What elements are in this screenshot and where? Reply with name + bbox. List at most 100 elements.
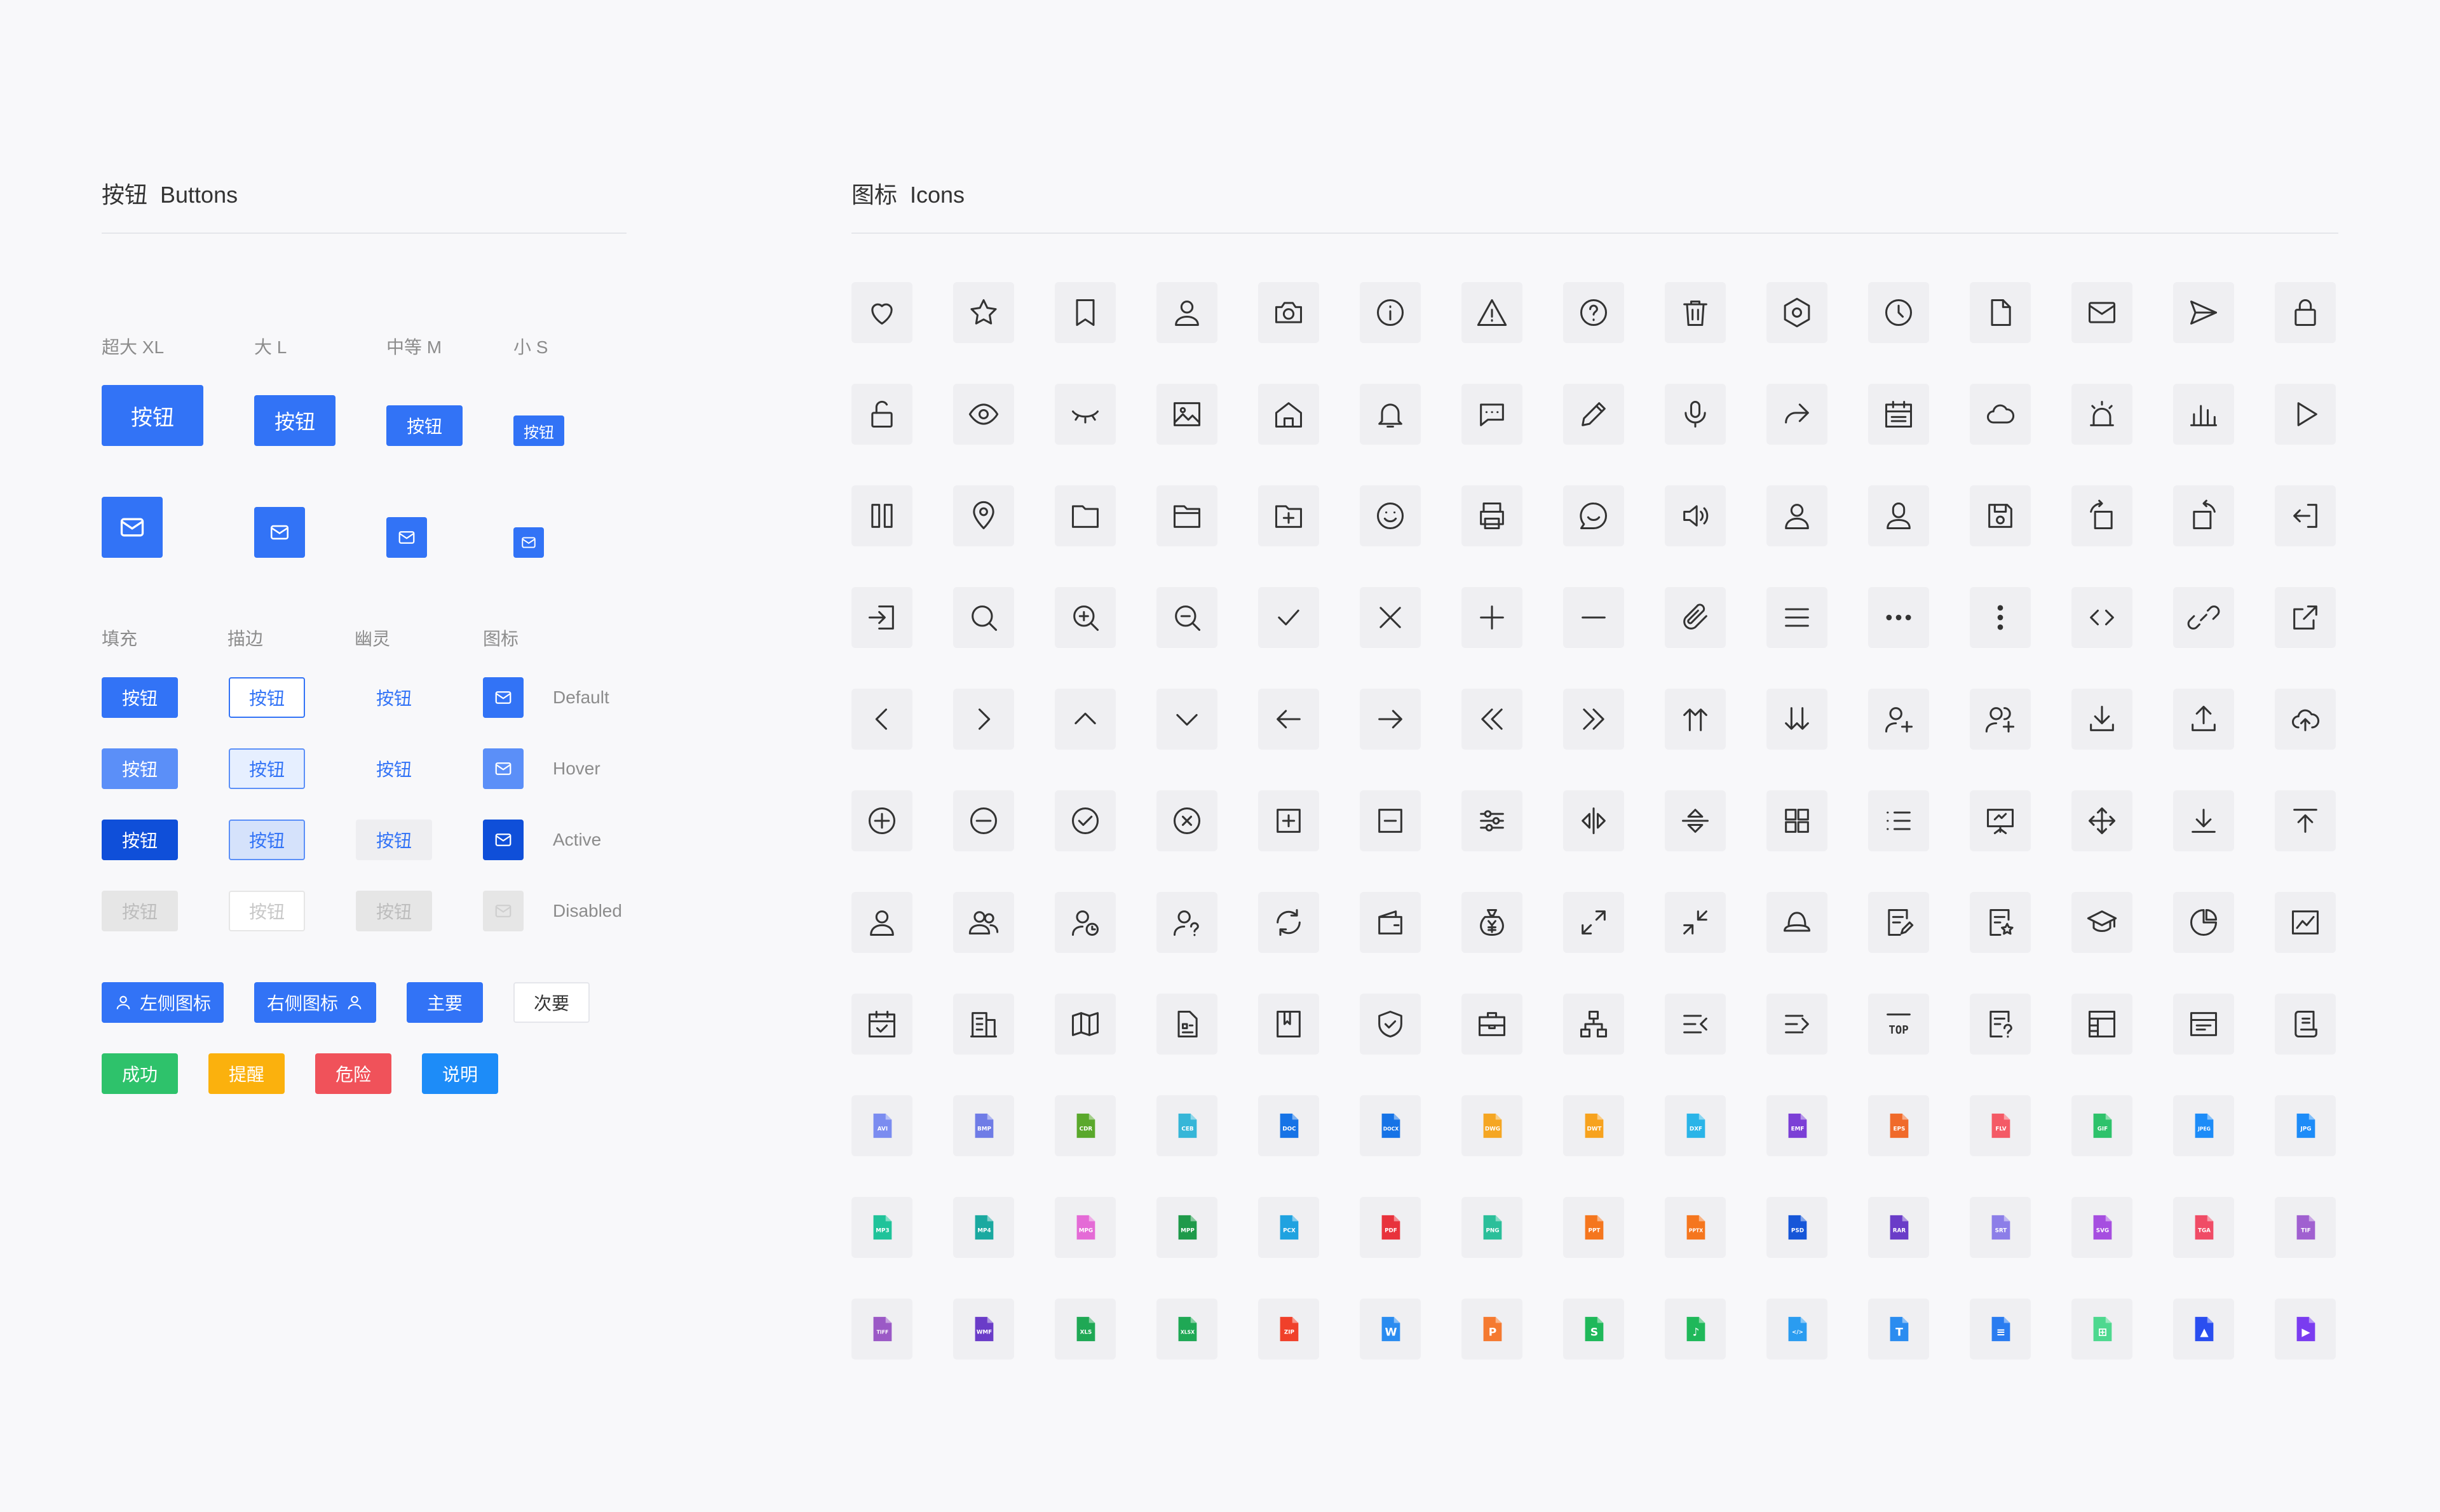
stroke-button-active[interactable]: 按钮 xyxy=(229,820,305,860)
file-type-cell[interactable]: XLS xyxy=(1055,1299,1116,1360)
icon-cell-list[interactable] xyxy=(1868,790,1929,851)
file-type-cell[interactable]: SVG xyxy=(2071,1197,2132,1258)
file-type-cell[interactable]: RAR xyxy=(1868,1197,1929,1258)
file-type-cell[interactable]: T xyxy=(1868,1299,1929,1360)
icon-cell-check-circle[interactable] xyxy=(1055,790,1116,851)
icon-cell-hat[interactable] xyxy=(1766,892,1827,953)
icon-cell-home[interactable] xyxy=(1258,384,1319,445)
file-type-cell[interactable]: PPTX xyxy=(1665,1197,1726,1258)
icon-cell-shield[interactable] xyxy=(1360,994,1421,1055)
icon-button-xl[interactable] xyxy=(102,497,163,558)
icon-cell-graduation[interactable] xyxy=(2071,892,2132,953)
icon-cell-building[interactable] xyxy=(953,994,1014,1055)
button-s[interactable]: 按钮 xyxy=(513,415,564,446)
stroke-button-hover[interactable]: 按钮 xyxy=(229,748,305,789)
icon-cell-file[interactable] xyxy=(1970,282,2031,343)
file-type-cell[interactable]: DXF xyxy=(1665,1095,1726,1156)
icon-cell-microphone[interactable] xyxy=(1665,384,1726,445)
file-type-cell[interactable]: TIFF xyxy=(851,1299,912,1360)
icon-cell-close[interactable] xyxy=(1360,587,1421,648)
file-type-cell[interactable]: JPG xyxy=(2275,1095,2336,1156)
icon-cell-refresh[interactable] xyxy=(1258,892,1319,953)
file-type-cell[interactable]: PDF xyxy=(1360,1197,1421,1258)
icon-cell-minus[interactable] xyxy=(1563,587,1624,648)
icon-cell-double-right[interactable] xyxy=(1563,689,1624,750)
success-button[interactable]: 成功 xyxy=(102,1053,178,1094)
file-type-cell[interactable]: EPS xyxy=(1868,1095,1929,1156)
file-type-cell[interactable]: ZIP xyxy=(1258,1299,1319,1360)
file-type-cell[interactable]: W xyxy=(1360,1299,1421,1360)
icon-cell-minus-circle[interactable] xyxy=(953,790,1014,851)
icon-cell-lock[interactable] xyxy=(2275,282,2336,343)
icon-cell-document-star[interactable] xyxy=(1970,892,2031,953)
icon-cell-star[interactable] xyxy=(953,282,1014,343)
icon-cell-send[interactable] xyxy=(2173,282,2234,343)
icon-cell-pie-chart[interactable] xyxy=(2173,892,2234,953)
file-type-cell[interactable]: MP4 xyxy=(953,1197,1014,1258)
icon-cell-user-add[interactable] xyxy=(1868,689,1929,750)
icon-cell-message-smile[interactable] xyxy=(1563,485,1624,546)
file-type-cell[interactable]: JPEG xyxy=(2173,1095,2234,1156)
icon-cell-compress[interactable] xyxy=(1665,892,1726,953)
icon-cell-top[interactable]: TOP xyxy=(1868,994,1929,1055)
icon-cell-clock[interactable] xyxy=(1868,282,1929,343)
file-type-cell[interactable]: CEB xyxy=(1156,1095,1217,1156)
icon-cell-minus-square[interactable] xyxy=(1360,790,1421,851)
icon-cell-book[interactable] xyxy=(1258,994,1319,1055)
icon-cell-plus-square[interactable] xyxy=(1258,790,1319,851)
icon-cell-map[interactable] xyxy=(1055,994,1116,1055)
icon-cell-pause[interactable] xyxy=(851,485,912,546)
primary-button[interactable]: 主要 xyxy=(407,982,483,1023)
icon-cell-indent-left[interactable] xyxy=(1665,994,1726,1055)
icon-cell-user-question[interactable] xyxy=(1156,892,1217,953)
icon-cell-indent-right[interactable] xyxy=(1766,994,1827,1055)
file-type-cell[interactable]: MPP xyxy=(1156,1197,1217,1258)
file-type-cell[interactable]: MP3 xyxy=(851,1197,912,1258)
icon-cell-expand[interactable] xyxy=(1563,892,1624,953)
icon-cell-sliders[interactable] xyxy=(1461,790,1522,851)
file-type-cell[interactable]: ≡ xyxy=(1970,1299,2031,1360)
icon-cell-menu[interactable] xyxy=(1766,587,1827,648)
ghost-button-hover[interactable]: 按钮 xyxy=(356,748,432,789)
icon-cell-document-edit[interactable] xyxy=(1868,892,1929,953)
stroke-button-disabled[interactable]: 按钮 xyxy=(229,891,305,931)
icon-cell-wallet[interactable] xyxy=(1360,892,1421,953)
icon-cell-warning[interactable] xyxy=(1461,282,1522,343)
icon-cell-id-card[interactable] xyxy=(1156,994,1217,1055)
icon-cell-user-outline[interactable] xyxy=(1766,485,1827,546)
icon-cell-eye-closed[interactable] xyxy=(1055,384,1116,445)
icon-cell-arrow-right[interactable] xyxy=(1360,689,1421,750)
file-type-cell[interactable]: ♪ xyxy=(1665,1299,1726,1360)
icon-cell-image[interactable] xyxy=(1156,384,1217,445)
ghost-button-disabled[interactable]: 按钮 xyxy=(356,891,432,931)
icon-cell-sort-up[interactable] xyxy=(1665,689,1726,750)
file-type-cell[interactable]: GIF xyxy=(2071,1095,2132,1156)
icon-cell-pencil[interactable] xyxy=(1563,384,1624,445)
fill-button-disabled[interactable]: 按钮 xyxy=(102,891,178,931)
icon-cell-org-chart[interactable] xyxy=(1563,994,1624,1055)
icon-cell-check[interactable] xyxy=(1258,587,1319,648)
file-type-cell[interactable]: DWT xyxy=(1563,1095,1624,1156)
right-icon-button[interactable]: 右侧图标 xyxy=(254,982,376,1023)
icon-cell-close-circle[interactable] xyxy=(1156,790,1217,851)
icon-cell-contract[interactable] xyxy=(2275,994,2336,1055)
icon-cell-grid[interactable] xyxy=(1766,790,1827,851)
icon-cell-folder[interactable] xyxy=(1055,485,1116,546)
icon-cell-user-time[interactable] xyxy=(1055,892,1116,953)
file-type-cell[interactable]: MPG xyxy=(1055,1197,1116,1258)
icon-cell-bar-chart[interactable] xyxy=(2173,384,2234,445)
icon-cell-camera[interactable] xyxy=(1258,282,1319,343)
icon-button-l[interactable] xyxy=(254,507,305,558)
icon-cell-briefcase[interactable] xyxy=(1461,994,1522,1055)
icon-cell-chevron-down[interactable] xyxy=(1156,689,1217,750)
icon-cell-settings-hex[interactable] xyxy=(1766,282,1827,343)
icon-cell-team[interactable] xyxy=(953,892,1014,953)
icon-cell-plus-circle[interactable] xyxy=(851,790,912,851)
icon-cell-user[interactable] xyxy=(1156,282,1217,343)
icon-cell-rotate-right[interactable] xyxy=(2173,485,2234,546)
file-type-cell[interactable]: PCX xyxy=(1258,1197,1319,1258)
icon-cell-plus[interactable] xyxy=(1461,587,1522,648)
icon-cell-zoom-out[interactable] xyxy=(1156,587,1217,648)
fill-button-hover[interactable]: 按钮 xyxy=(102,748,178,789)
file-type-cell[interactable]: TIF xyxy=(2275,1197,2336,1258)
